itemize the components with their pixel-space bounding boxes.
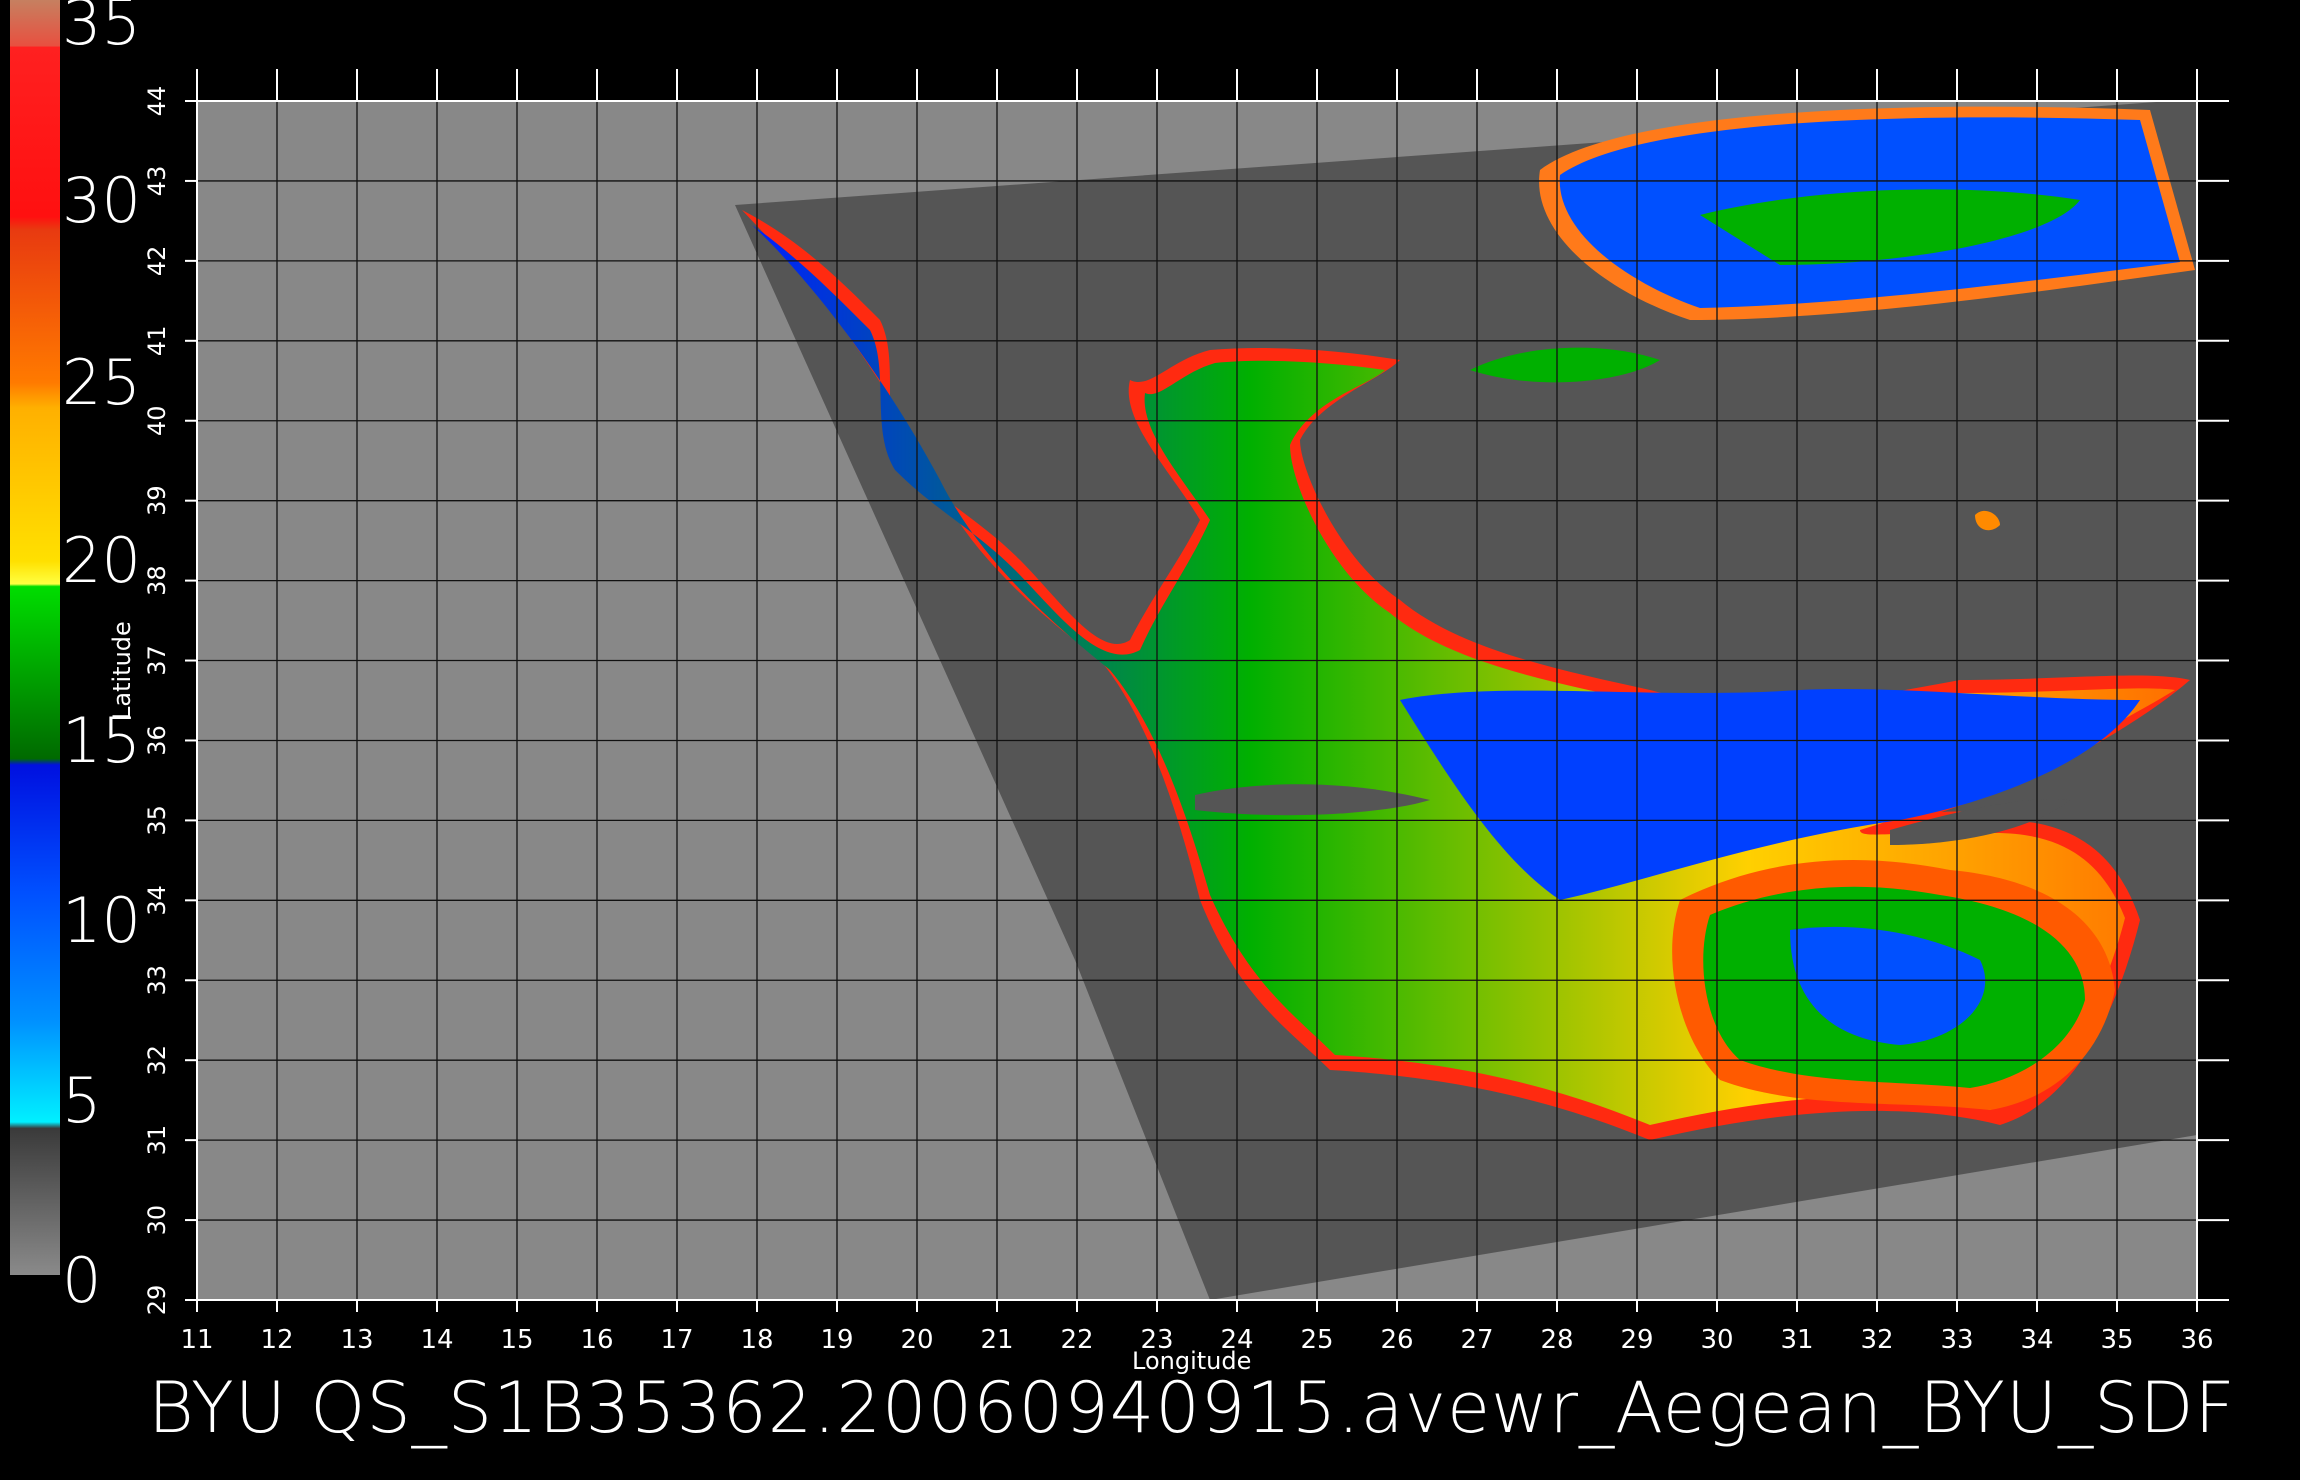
x-tick-label: 30 <box>1700 1325 1733 1355</box>
x-tick-label: 22 <box>1060 1325 1093 1355</box>
y-tick-label: 32 <box>143 1045 171 1076</box>
y-tick-label: 35 <box>143 805 171 836</box>
x-tick-label: 31 <box>1780 1325 1813 1355</box>
y-tick-label: 30 <box>143 1205 171 1236</box>
footer-title: BYU QS_S1B35362.20060940915.avewr_Aegean… <box>148 1367 2236 1449</box>
x-tick-label: 28 <box>1540 1325 1573 1355</box>
x-tick-label: 20 <box>900 1325 933 1355</box>
x-tick-label: 34 <box>2020 1325 2053 1355</box>
y-tick-label: 42 <box>143 246 171 277</box>
x-tick-label: 19 <box>820 1325 853 1355</box>
y-axis-title: Latitude <box>108 621 136 720</box>
y-tick-label: 38 <box>143 565 171 596</box>
y-tick-label: 31 <box>143 1125 171 1156</box>
x-tick-label: 13 <box>340 1325 373 1355</box>
y-tick-label: 43 <box>143 166 171 197</box>
x-tick-label: 26 <box>1380 1325 1413 1355</box>
x-tick-label: 18 <box>740 1325 773 1355</box>
x-tick-label: 16 <box>580 1325 613 1355</box>
x-tick-label: 21 <box>980 1325 1013 1355</box>
y-tick-label: 29 <box>143 1285 171 1316</box>
x-tick-label: 14 <box>420 1325 453 1355</box>
y-tick-label: 41 <box>143 326 171 357</box>
x-tick-label: 25 <box>1300 1325 1333 1355</box>
x-tick-label: 12 <box>260 1325 293 1355</box>
y-tick-label: 33 <box>143 965 171 996</box>
y-tick-label: 44 <box>143 86 171 117</box>
y-tick-label: 40 <box>143 405 171 436</box>
x-tick-label: 11 <box>180 1325 213 1355</box>
x-tick-label: 29 <box>1620 1325 1653 1355</box>
y-tick-label: 37 <box>143 645 171 676</box>
x-tick-label: 36 <box>2180 1325 2213 1355</box>
x-tick-label: 15 <box>500 1325 533 1355</box>
y-tick-label: 39 <box>143 485 171 516</box>
x-tick-label: 27 <box>1460 1325 1493 1355</box>
latitude-tick-labels: 29 30 31 32 33 34 35 36 37 38 39 40 41 42 43 44 <box>143 86 171 1316</box>
x-tick-label: 33 <box>1940 1325 1973 1355</box>
wind-map: 11 12 13 14 15 16 17 18 19 20 21 22 23 24 25 26 27 28 29 30… <box>143 69 2229 1355</box>
x-tick-label: 32 <box>1860 1325 1893 1355</box>
y-tick-label: 34 <box>143 885 171 916</box>
y-tick-label: 36 <box>143 725 171 756</box>
wind-map-figure: 35 30 25 20 15 10 5 0 11 12 13 14 15 16 … <box>0 0 2300 1480</box>
x-tick-label: 35 <box>2100 1325 2133 1355</box>
x-tick-label: 17 <box>660 1325 693 1355</box>
